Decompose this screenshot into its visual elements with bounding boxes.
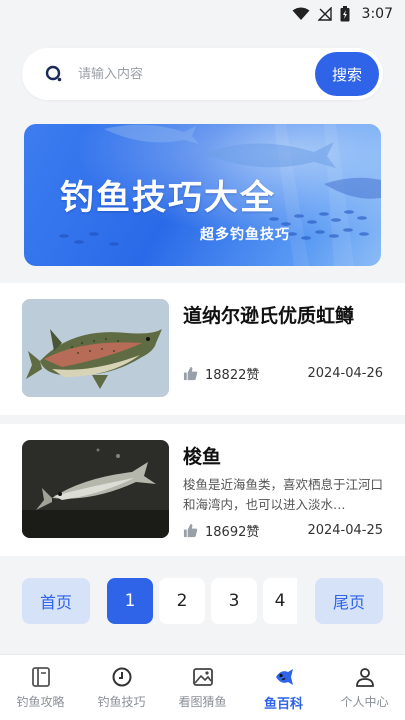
article-date: 2024-04-26	[307, 365, 383, 381]
page-button-1[interactable]: 1	[107, 578, 153, 624]
search-button[interactable]: 搜索	[315, 52, 379, 96]
first-page-button[interactable]: 首页	[22, 578, 90, 624]
search-input[interactable]	[78, 66, 315, 82]
wifi-icon	[292, 7, 310, 20]
image-icon	[192, 668, 213, 686]
thumbs-up-icon[interactable]	[183, 523, 198, 538]
tab-label: 个人中心	[340, 695, 389, 709]
book-icon	[31, 667, 50, 687]
last-page-button[interactable]: 尾页	[315, 578, 383, 624]
article-thumbnail	[22, 299, 169, 397]
page-button-4[interactable]: 4	[263, 578, 297, 624]
like-count: 18692赞	[205, 524, 260, 540]
banner-title: 钓鱼技巧大全	[60, 178, 276, 218]
bottom-tab-bar: 钓鱼攻略 钓鱼技巧 看图猜鱼 鱼百科 个人中心	[0, 654, 405, 720]
article-title: 道纳尔逊氏优质虹鳟	[183, 305, 355, 327]
pagination: 首页 1 2 3 4 尾页	[22, 578, 383, 624]
status-bar: 3:07	[0, 0, 405, 28]
article-meta: 18822赞 2024-04-26	[183, 363, 383, 383]
battery-icon	[340, 6, 350, 22]
tab-guess-fish[interactable]: 看图猜鱼	[162, 655, 243, 720]
tab-fish-encyclopedia[interactable]: 鱼百科	[243, 655, 324, 720]
tab-fishing-guide[interactable]: 钓鱼攻略	[0, 655, 81, 720]
tab-label: 看图猜鱼	[178, 695, 227, 709]
search-icon	[45, 65, 62, 82]
banner[interactable]: 钓鱼技巧大全 超多钓鱼技巧	[24, 124, 381, 266]
article-description: 梭鱼是近海鱼类，喜欢栖息于江河口和海湾内，也可以进入淡水…	[183, 477, 383, 512]
article-card[interactable]: 道纳尔逊氏优质虹鳟 18822赞 2024-04-26	[0, 283, 405, 415]
page-button-3[interactable]: 3	[211, 578, 257, 624]
article-thumbnail	[22, 440, 169, 538]
banner-subtitle: 超多钓鱼技巧	[200, 227, 290, 243]
article-date: 2024-04-25	[307, 522, 383, 538]
fish-icon	[275, 669, 293, 685]
tab-profile[interactable]: 个人中心	[324, 655, 405, 720]
tab-label: 鱼百科	[263, 697, 303, 712]
no-signal-icon	[317, 7, 332, 21]
tab-label: 钓鱼技巧	[97, 695, 146, 709]
status-time: 3:07	[361, 6, 393, 22]
article-meta: 18692赞 2024-04-25	[183, 520, 383, 540]
search-bar: 搜索	[22, 48, 383, 100]
tab-fishing-tips[interactable]: 钓鱼技巧	[81, 655, 162, 720]
person-icon	[355, 668, 374, 687]
tab-label: 钓鱼攻略	[16, 695, 65, 709]
like-count: 18822赞	[205, 367, 260, 383]
article-card[interactable]: 梭鱼 梭鱼是近海鱼类，喜欢栖息于江河口和海湾内，也可以进入淡水… 18692赞 …	[0, 424, 405, 556]
thumbs-up-icon[interactable]	[183, 366, 198, 381]
clock-icon	[112, 667, 131, 687]
article-title: 梭鱼	[183, 446, 222, 468]
page-button-2[interactable]: 2	[159, 578, 205, 624]
